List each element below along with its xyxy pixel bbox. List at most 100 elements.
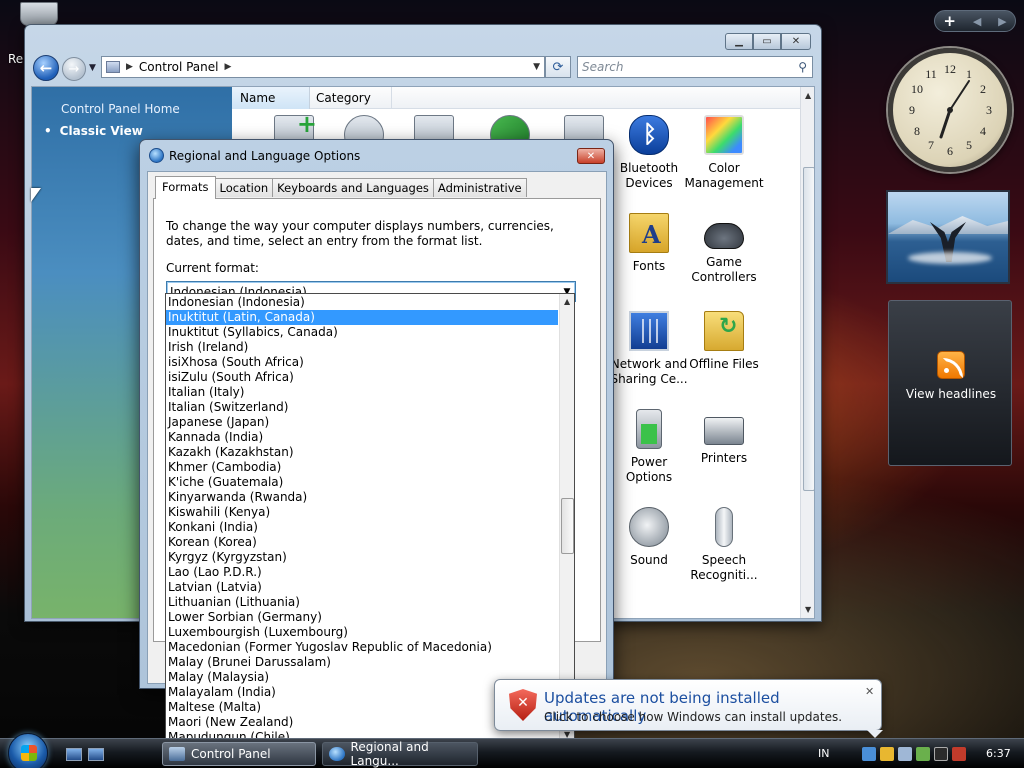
- format-option[interactable]: Inuktitut (Syllabics, Canada): [166, 325, 558, 340]
- sync-tray-icon[interactable]: [916, 747, 930, 761]
- breadcrumb-chevron-icon[interactable]: ▶: [225, 62, 232, 72]
- format-option[interactable]: K'iche (Guatemala): [166, 475, 558, 490]
- format-option[interactable]: Kyrgyz (Kyrgyzstan): [166, 550, 558, 565]
- control-panel-scrollbar[interactable]: ▲ ▼: [800, 87, 814, 618]
- taskbar-clock[interactable]: 6:37: [986, 747, 1011, 760]
- scroll-up-icon[interactable]: ▲: [805, 91, 811, 100]
- microphone-icon: [715, 507, 733, 547]
- clock-gadget[interactable]: 12 1 2 345 678 9 10 11: [888, 48, 1012, 172]
- format-option[interactable]: Latvian (Latvia): [166, 580, 558, 595]
- recycle-bin-icon[interactable]: [20, 2, 58, 26]
- tab-location[interactable]: Location: [214, 178, 274, 197]
- refresh-button[interactable]: ⟳: [545, 56, 571, 78]
- format-option[interactable]: Kinyarwanda (Rwanda): [166, 490, 558, 505]
- format-option[interactable]: Italian (Italy): [166, 385, 558, 400]
- taskbar-button-control-panel[interactable]: Control Panel: [162, 742, 316, 766]
- slideshow-gadget[interactable]: [886, 190, 1010, 284]
- volume-muted-icon[interactable]: [952, 747, 966, 761]
- format-option[interactable]: Italian (Switzerland): [166, 400, 558, 415]
- scroll-thumb[interactable]: [561, 498, 574, 554]
- cp-item-offline-files[interactable]: Offline Files: [684, 311, 764, 372]
- cp-item-game-controllers[interactable]: Game Controllers: [684, 213, 764, 285]
- feed-headlines-label[interactable]: View headlines: [889, 387, 1013, 401]
- battery-icon[interactable]: [898, 747, 912, 761]
- format-option[interactable]: Irish (Ireland): [166, 340, 558, 355]
- tab-formats[interactable]: Formats: [155, 176, 216, 199]
- globe-icon: [149, 148, 164, 163]
- format-option[interactable]: Malay (Brunei Darussalam): [166, 655, 558, 670]
- format-option[interactable]: Indonesian (Indonesia): [166, 295, 558, 310]
- svg-text:9: 9: [909, 103, 915, 117]
- column-header-category[interactable]: Category: [316, 91, 371, 105]
- cp-item-speech-recognition[interactable]: Speech Recogniti...: [684, 507, 764, 583]
- format-option[interactable]: Lithuanian (Lithuania): [166, 595, 558, 610]
- format-option[interactable]: isiXhosa (South Africa): [166, 355, 558, 370]
- sidebar-controls[interactable]: + ◀ ▶: [934, 10, 1016, 32]
- format-option[interactable]: Luxembourgish (Luxembourg): [166, 625, 558, 640]
- dialog-close-button[interactable]: ✕: [577, 148, 605, 164]
- scroll-down-icon[interactable]: ▼: [805, 605, 811, 614]
- update-notification-balloon[interactable]: Updates are not being installed automati…: [494, 679, 883, 738]
- format-option[interactable]: Lower Sorbian (Germany): [166, 610, 558, 625]
- search-icon[interactable]: ⚲: [798, 60, 807, 74]
- format-option[interactable]: Konkani (India): [166, 520, 558, 535]
- format-option[interactable]: Korean (Korea): [166, 535, 558, 550]
- recent-pages-dropdown-icon[interactable]: ▼: [89, 63, 96, 73]
- show-desktop-icon[interactable]: [66, 748, 82, 761]
- format-option[interactable]: Lao (Lao P.D.R.): [166, 565, 558, 580]
- display-tray-icon[interactable]: [934, 747, 948, 761]
- dropdown-scrollbar[interactable]: ▲ ▼: [559, 294, 574, 743]
- format-option[interactable]: Kannada (India): [166, 430, 558, 445]
- feed-headlines-gadget[interactable]: View headlines: [888, 300, 1012, 466]
- format-option[interactable]: Japanese (Japan): [166, 415, 558, 430]
- cp-item-power-options[interactable]: Power Options: [609, 409, 689, 485]
- close-icon[interactable]: ✕: [865, 685, 874, 698]
- security-center-icon[interactable]: [880, 747, 894, 761]
- cp-item-label: Fonts: [632, 259, 666, 273]
- nav-classic-view[interactable]: Classic View: [44, 124, 143, 138]
- start-button[interactable]: [8, 733, 48, 768]
- format-option[interactable]: Kiswahili (Kenya): [166, 505, 558, 520]
- taskbar-button-regional[interactable]: Regional and Langu...: [322, 740, 478, 768]
- cp-item-bluetooth[interactable]: Bluetooth Devices: [609, 115, 689, 191]
- switch-windows-icon[interactable]: [88, 748, 104, 761]
- nav-control-panel-home[interactable]: Control Panel Home: [61, 102, 180, 116]
- address-bar[interactable]: ▶ Control Panel ▶ ▼: [101, 56, 545, 78]
- breadcrumb-chevron-icon[interactable]: ▶: [126, 62, 133, 72]
- cp-item-network-sharing[interactable]: Network and Sharing Ce...: [609, 311, 689, 387]
- notification-text[interactable]: Click to choose how Windows can install …: [544, 710, 842, 724]
- maximize-button[interactable]: ▭: [753, 33, 781, 50]
- add-gadget-icon[interactable]: +: [943, 12, 956, 30]
- format-option[interactable]: isiZulu (South Africa): [166, 370, 558, 385]
- forward-button[interactable]: →: [62, 57, 86, 81]
- cp-item-label: Power Options: [625, 455, 673, 484]
- cp-item-color-management[interactable]: Color Management: [684, 115, 764, 191]
- minimize-button[interactable]: ▁: [725, 33, 753, 50]
- column-header-name[interactable]: Name: [240, 91, 275, 105]
- address-dropdown-icon[interactable]: ▼: [533, 62, 540, 72]
- globe-icon: [329, 747, 345, 761]
- color-management-icon: [704, 115, 744, 155]
- cp-item-fonts[interactable]: Fonts: [609, 213, 689, 274]
- scroll-up-icon[interactable]: ▲: [564, 297, 570, 306]
- previous-gadget-icon[interactable]: ◀: [973, 15, 981, 28]
- format-option[interactable]: Macedonian (Former Yugoslav Republic of …: [166, 640, 558, 655]
- scroll-thumb[interactable]: [803, 167, 814, 491]
- cp-item-sound[interactable]: Sound: [609, 507, 689, 568]
- close-button[interactable]: ✕: [781, 33, 811, 50]
- cp-item-printers[interactable]: Printers: [684, 409, 764, 466]
- format-option[interactable]: Khmer (Cambodia): [166, 460, 558, 475]
- tab-keyboards-languages[interactable]: Keyboards and Languages: [272, 178, 434, 197]
- language-indicator[interactable]: IN: [818, 747, 829, 760]
- clock-face-icon: 12 12 345 678 9 1011: [909, 62, 992, 158]
- taskbar-button-label: Regional and Langu...: [350, 740, 429, 768]
- format-option[interactable]: Kazakh (Kazakhstan): [166, 445, 558, 460]
- back-button[interactable]: ←: [33, 55, 59, 81]
- tab-administrative[interactable]: Administrative: [432, 178, 527, 197]
- format-option[interactable]: Inuktitut (Latin, Canada): [166, 310, 558, 325]
- format-dropdown-list[interactable]: Indonesian (Indonesia) Inuktitut (Latin, …: [165, 293, 575, 744]
- network-tray-icon[interactable]: [862, 747, 876, 761]
- next-gadget-icon[interactable]: ▶: [998, 15, 1006, 28]
- search-input[interactable]: Search ⚲: [577, 56, 813, 78]
- breadcrumb-control-panel[interactable]: Control Panel: [139, 60, 219, 74]
